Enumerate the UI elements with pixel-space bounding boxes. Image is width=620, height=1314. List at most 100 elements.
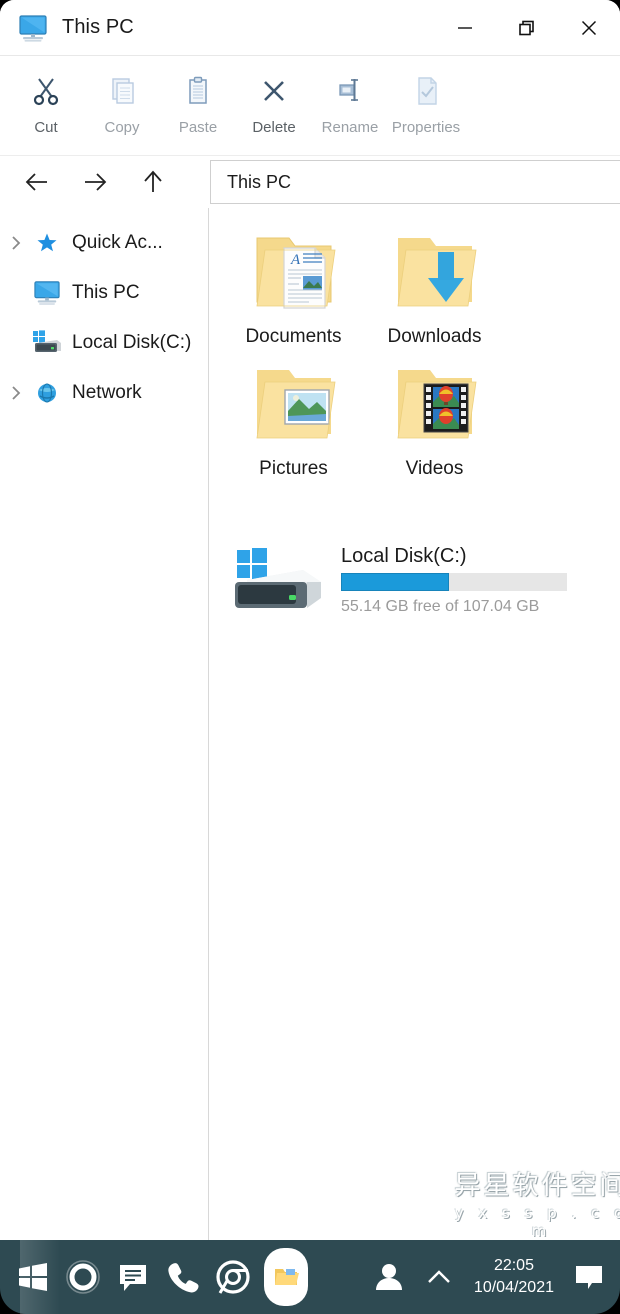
close-button[interactable] (558, 0, 620, 56)
monitor-icon (30, 279, 64, 307)
drives-section: Local Disk(C:) 55.14 GB free of 107.04 G… (209, 544, 620, 616)
chat-bubble-icon (116, 1260, 150, 1294)
arrow-right-icon (79, 166, 111, 198)
chevron-up-icon (424, 1265, 454, 1289)
watermark-en: y x s s p . c o m (454, 1204, 620, 1240)
this-pc-monitor-icon (18, 13, 48, 43)
cortana-circle-icon (64, 1258, 102, 1296)
rename-icon (332, 68, 368, 114)
address-bar[interactable]: This PC (210, 160, 620, 204)
browser-button[interactable] (208, 1247, 258, 1307)
star-icon (30, 229, 64, 257)
screen: This PC (0, 0, 620, 1314)
file-explorer-tile[interactable] (264, 1248, 308, 1306)
file-explorer-button[interactable] (258, 1247, 308, 1307)
folder-pictures-icon (239, 358, 349, 450)
cortana-button[interactable] (58, 1247, 108, 1307)
command-toolbar: Cut Copy (0, 56, 620, 156)
drive-capacity-bar (341, 573, 567, 591)
drive-capacity-text: 55.14 GB free of 107.04 GB (341, 598, 567, 616)
chevron-right-icon-2[interactable] (2, 383, 30, 403)
windows-logo-icon (16, 1261, 50, 1293)
minimize-button[interactable] (434, 0, 496, 56)
sidebar-item-this-pc[interactable]: This PC (0, 268, 208, 318)
watermark: 异星软件空间 y x s s p . c o m (454, 1165, 620, 1240)
up-button[interactable] (124, 159, 182, 205)
delete-label: Delete (237, 118, 311, 137)
folder-label-documents: Documents (237, 322, 351, 352)
folder-item-downloads[interactable]: Downloads (364, 220, 505, 352)
clock-date: 10/04/2021 (474, 1277, 554, 1299)
folder-label-videos: Videos (378, 454, 492, 484)
rename-label: Rename (313, 118, 387, 137)
delete-button[interactable]: Delete (236, 56, 312, 137)
x-delete-icon (256, 68, 292, 114)
window-controls (434, 0, 620, 55)
properties-button[interactable]: Properties (388, 56, 464, 137)
folder-item-pictures[interactable]: Pictures (223, 352, 364, 484)
arrow-left-icon (21, 166, 53, 198)
user-account-button[interactable] (364, 1247, 414, 1307)
messages-button[interactable] (108, 1247, 158, 1307)
window-title: This PC (62, 16, 134, 39)
paste-label: Paste (161, 118, 235, 137)
drive-name-label: Local Disk(C:) (341, 545, 567, 568)
sidebar-item-network[interactable]: Network (0, 368, 208, 418)
drive-info: Local Disk(C:) 55.14 GB free of 107.04 G… (341, 545, 567, 616)
folder-videos-icon (380, 358, 490, 450)
folder-downloads-icon (380, 226, 490, 318)
cut-button[interactable]: Cut (8, 56, 84, 137)
chevron-right-icon[interactable] (2, 233, 30, 253)
scissors-icon (28, 68, 64, 114)
clipboard-icon (180, 68, 216, 114)
start-button[interactable] (8, 1247, 58, 1307)
person-icon (372, 1260, 406, 1294)
properties-icon (408, 68, 444, 114)
content-pane: A (209, 208, 620, 1248)
folder-label-pictures: Pictures (237, 454, 351, 484)
taskbar-right-group: 22:05 10/04/2021 (364, 1247, 620, 1307)
file-explorer-window: This PC (0, 0, 620, 1248)
close-icon (578, 17, 600, 39)
minimize-icon (454, 17, 476, 39)
navigation-bar: This PC (0, 156, 620, 208)
sidebar-label-this-pc: This PC (72, 282, 140, 304)
drive-item-local-disk[interactable]: Local Disk(C:) 55.14 GB free of 107.04 G… (229, 544, 620, 616)
folder-item-documents[interactable]: A (223, 220, 364, 352)
folder-item-videos[interactable]: Videos (364, 352, 505, 484)
arrow-up-icon (137, 166, 169, 198)
taskbar-left-group (0, 1247, 308, 1307)
address-text: This PC (227, 172, 291, 193)
copy-label: Copy (85, 118, 159, 137)
back-button[interactable] (8, 159, 66, 205)
phone-button[interactable] (158, 1247, 208, 1307)
watermark-cn: 异星软件空间 (454, 1165, 620, 1202)
paste-button[interactable]: Paste (160, 56, 236, 137)
properties-label: Properties (389, 118, 463, 137)
window-body: Quick Ac... This PC (0, 208, 620, 1248)
file-explorer-icon (273, 1266, 299, 1288)
sidebar-item-quick-access[interactable]: Quick Ac... (0, 218, 208, 268)
title-bar: This PC (0, 0, 620, 56)
taskbar-clock[interactable]: 22:05 10/04/2021 (464, 1255, 564, 1299)
clock-time: 22:05 (474, 1255, 554, 1277)
drive-windows-icon (229, 544, 329, 616)
notification-button[interactable] (564, 1247, 614, 1307)
copy-icon (104, 68, 140, 114)
sidebar-item-local-disk[interactable]: Local Disk(C:) (0, 318, 208, 368)
svg-text:A: A (290, 252, 301, 268)
phone-icon (166, 1260, 200, 1294)
restore-button[interactable] (496, 0, 558, 56)
forward-button[interactable] (66, 159, 124, 205)
taskbar: 22:05 10/04/2021 (0, 1240, 620, 1314)
navigation-pane: Quick Ac... This PC (0, 208, 209, 1248)
drive-capacity-fill (341, 573, 449, 591)
sidebar-label-quick-access: Quick Ac... (72, 232, 163, 254)
folder-grid: A (209, 220, 620, 484)
notification-icon (572, 1261, 606, 1293)
folder-documents-icon: A (239, 226, 349, 318)
show-hidden-icons-button[interactable] (414, 1247, 464, 1307)
network-icon (30, 379, 64, 407)
rename-button[interactable]: Rename (312, 56, 388, 137)
copy-button[interactable]: Copy (84, 56, 160, 137)
